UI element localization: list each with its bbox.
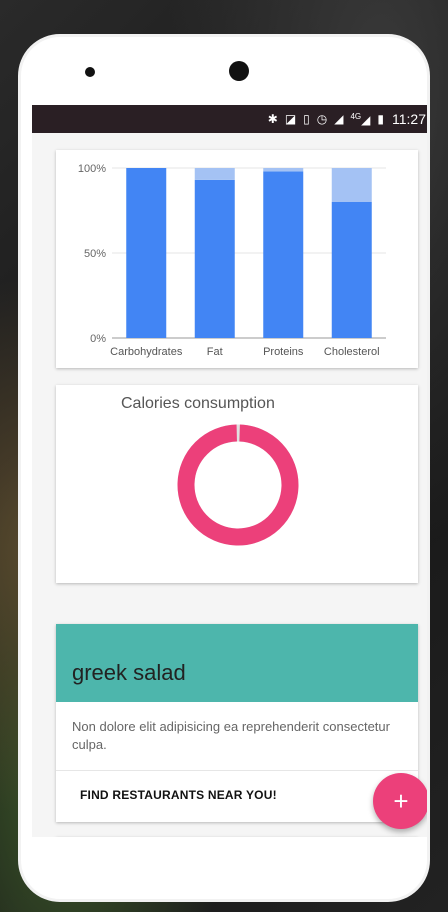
bar-proteins-series-1: [263, 168, 304, 172]
app-screen: ✱ ◪ ▯ ◷ ◢ 4G◢ ▮ 11:27 0% 50% 100% Carbohydr…: [32, 105, 427, 837]
battery-icon: ▮: [377, 112, 384, 126]
y-tick-label: 0%: [90, 333, 106, 345]
bar-proteins-series-0: [263, 171, 304, 338]
bluetooth-icon: ✱: [267, 112, 278, 126]
bar-cholesterol-series-1: [331, 168, 372, 202]
x-tick-label: Cholesterol: [324, 346, 380, 358]
front-camera: [229, 61, 249, 81]
proximity-sensor: [85, 67, 95, 77]
bar-fat-series-0: [194, 179, 235, 338]
find-restaurants-button[interactable]: FIND RESTAURANTS NEAR YOU!: [80, 788, 277, 802]
calories-title: Calories consumption: [121, 395, 275, 412]
calories-card: Calories consumption: [56, 385, 418, 583]
status-bar: ✱ ◪ ▯ ◷ ◢ 4G◢ ▮ 11:27: [32, 105, 427, 133]
network-4g-icon: 4G◢: [350, 111, 371, 127]
x-tick-label: Proteins: [263, 346, 304, 358]
alarm-icon: ◷: [316, 112, 328, 126]
nutrient-bar-chart: 0% 50% 100% Carbohydrates Fat Proteins Cholest…: [78, 163, 386, 358]
calories-donut-chart: [177, 424, 299, 546]
y-tick-label: 100%: [78, 163, 106, 175]
nutrient-chart-card: 0% 50% 100% Carbohydrates Fat Proteins Cholest…: [56, 150, 418, 368]
donut-consumed-slice: [177, 424, 299, 546]
add-fab-button[interactable]: +: [373, 773, 427, 829]
x-tick-label: Fat: [207, 346, 223, 358]
bar-cholesterol-series-0: [331, 202, 372, 338]
vibrate-icon: ▯: [303, 112, 310, 126]
plus-icon: +: [393, 785, 409, 816]
food-card-header: greek salad: [56, 624, 418, 702]
y-tick-label: 50%: [84, 248, 106, 260]
divider: [56, 770, 418, 771]
bar-carbohydrates-series-0: [126, 168, 167, 338]
x-tick-label: Carbohydrates: [110, 346, 183, 358]
signal-icon: ◢: [334, 112, 344, 126]
food-card: greek salad Non dolore elit adipisicing …: [56, 624, 418, 822]
bar-fat-series-1: [194, 168, 235, 180]
food-name: greek salad: [72, 660, 186, 685]
clock: 11:27: [392, 111, 426, 127]
phone-frame: ✱ ◪ ▯ ◷ ◢ 4G◢ ▮ 11:27 0% 50% 100% Carbohydr…: [18, 34, 430, 902]
nfc-icon: ◪: [284, 112, 297, 126]
food-description: Non dolore elit adipisicing ea reprehend…: [72, 719, 390, 752]
